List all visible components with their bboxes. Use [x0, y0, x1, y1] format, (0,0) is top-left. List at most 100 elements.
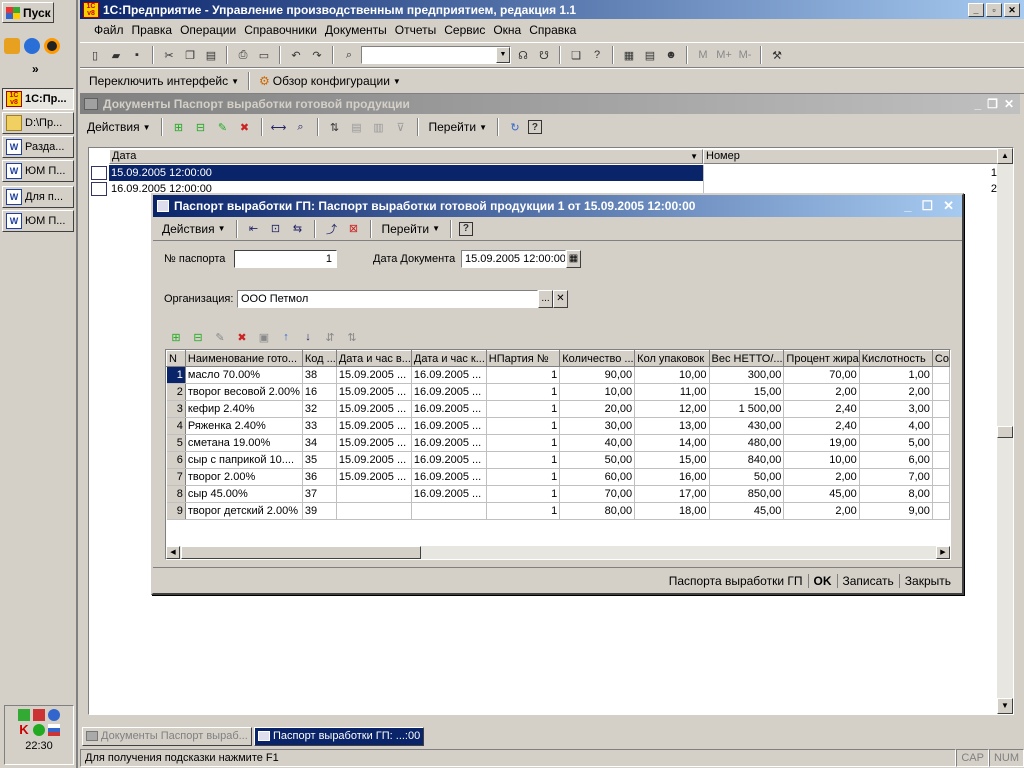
table-cell[interactable]: 19,00 [783, 434, 860, 452]
table-cell[interactable]: 39 [302, 502, 337, 520]
column-header[interactable]: Вес НЕТТО/... [708, 350, 785, 367]
movements-icon[interactable]: ⇆ [289, 220, 307, 238]
table-cell[interactable] [932, 502, 950, 520]
column-header-number[interactable]: Номер [703, 149, 999, 164]
unpost-icon[interactable]: ⊡ [267, 220, 285, 238]
column-header[interactable]: Дата и час в... [335, 350, 412, 367]
table-cell[interactable]: 36 [302, 468, 337, 486]
table-cell[interactable]: 5,00 [859, 434, 933, 452]
table-cell[interactable]: 16.09.2005 ... [411, 417, 487, 435]
table-cell[interactable]: 1 [486, 417, 561, 435]
doc-minimize-button[interactable]: _ [904, 198, 911, 214]
menu-documents[interactable]: Документы [321, 23, 391, 37]
column-header[interactable]: N [166, 350, 186, 367]
list-minimize-button[interactable]: _ [974, 97, 981, 111]
doc-maximize-button[interactable]: ☐ [921, 198, 933, 214]
table-cell[interactable]: 15.09.2005 ... [336, 400, 412, 418]
table-cell[interactable]: 37 [302, 485, 337, 503]
table-cell[interactable]: 6,00 [859, 451, 933, 469]
hscroll-thumb[interactable] [181, 546, 421, 559]
taskbar-item-1c[interactable]: 1С v8 1С:Пр... [2, 88, 74, 110]
print-passport-button[interactable]: Паспорта выработки ГП [664, 574, 808, 588]
table-cell[interactable]: 430,00 [709, 417, 785, 435]
table-cell[interactable]: 16.09.2005 ... [411, 366, 487, 384]
table-cell[interactable]: 1 500,00 [709, 400, 785, 418]
taskbar-item-word-2[interactable]: W ЮМ П... [2, 160, 74, 182]
row-number-cell[interactable]: 8 [166, 485, 186, 503]
switch-interface-dropdown[interactable]: Переключить интерфейс ▼ [86, 74, 242, 88]
table-cell[interactable]: масло 70.00% [185, 366, 303, 384]
filter-off-icon[interactable]: ⊽ [392, 118, 410, 136]
table-cell[interactable]: 16.09.2005 ... [411, 400, 487, 418]
add-icon[interactable]: ⊞ [170, 118, 188, 136]
table-cell[interactable]: 17,00 [634, 485, 710, 503]
table-cell[interactable]: 15.09.2005 ... [336, 468, 412, 486]
passport-number-input[interactable]: 1 [234, 250, 337, 268]
list-row-date[interactable]: 15.09.2005 12:00:00 [109, 165, 703, 181]
table-row[interactable]: 3 кефир 2.40% 32 15.09.2005 ... 16.09.2005 .… [166, 400, 950, 418]
filter-icon[interactable]: ▥ [370, 118, 388, 136]
memory-m-button[interactable]: M [694, 46, 712, 64]
table-cell[interactable]: 8,00 [859, 485, 933, 503]
table-cell[interactable]: 15,00 [709, 383, 785, 401]
save-icon[interactable]: ▪ [128, 46, 146, 64]
redo-icon[interactable]: ↷ [308, 46, 326, 64]
table-cell[interactable]: 840,00 [709, 451, 785, 469]
help-icon[interactable]: ? [527, 120, 542, 134]
scroll-thumb[interactable] [997, 426, 1013, 438]
table-cell[interactable] [932, 417, 950, 435]
table-cell[interactable]: творог 2.00% [185, 468, 303, 486]
table-cell[interactable]: 80,00 [559, 502, 636, 520]
table-cell[interactable] [336, 502, 412, 520]
table-cell[interactable]: 15.09.2005 ... [336, 417, 412, 435]
paste-icon[interactable]: ▤ [202, 46, 220, 64]
print-icon[interactable]: ⎙ [234, 46, 252, 64]
table-cell[interactable] [932, 383, 950, 401]
scroll-left-icon[interactable]: ◀ [166, 546, 180, 559]
table-cell[interactable]: 45,00 [709, 502, 785, 520]
table-cell[interactable]: творог весовой 2.00% [185, 383, 303, 401]
table-cell[interactable]: 90,00 [559, 366, 636, 384]
tab-document-list[interactable]: Документы Паспорт выраб... [82, 726, 252, 746]
table-cell[interactable]: 33 [302, 417, 337, 435]
menu-catalogs[interactable]: Справочники [240, 23, 321, 37]
quicklaunch-more[interactable]: » [32, 62, 39, 76]
row-number-cell[interactable]: 6 [166, 451, 186, 469]
hierarchy-icon[interactable]: ▤ [348, 118, 366, 136]
row-number-cell[interactable]: 5 [166, 434, 186, 452]
table-cell[interactable]: 1 [486, 400, 561, 418]
row-number-cell[interactable]: 9 [166, 502, 186, 520]
table-cell[interactable]: 70,00 [783, 366, 860, 384]
table-cell[interactable]: 1 [486, 383, 561, 401]
row-number-cell[interactable]: 1 [166, 366, 186, 384]
memory-mminus-button[interactable]: M- [736, 46, 754, 64]
list-close-button[interactable]: ✕ [1004, 97, 1014, 111]
table-cell[interactable] [932, 400, 950, 418]
table-cell[interactable]: 1 [486, 502, 561, 520]
table-cell[interactable] [932, 451, 950, 469]
table-row[interactable]: 2 творог весовой 2.00% 16 15.09.2005 ... 16.… [166, 383, 950, 401]
table-cell[interactable]: 34 [302, 434, 337, 452]
table-cell[interactable]: 18,00 [634, 502, 710, 520]
table-cell[interactable]: 10,00 [783, 451, 860, 469]
table-cell[interactable]: 2,00 [859, 383, 933, 401]
help-1c-icon[interactable]: ? [588, 46, 606, 64]
list-row-number[interactable]: 1 [703, 165, 999, 181]
doc-goto-dropdown[interactable]: Перейти ▼ [379, 222, 443, 236]
memory-mplus-button[interactable]: M+ [715, 46, 733, 64]
undo-icon[interactable]: ↶ [287, 46, 305, 64]
based-on-icon[interactable]: ⤴ [323, 220, 341, 238]
table-cell[interactable]: 2,00 [783, 502, 860, 520]
table-cell[interactable]: 11,00 [634, 383, 710, 401]
table-cell[interactable]: 16.09.2005 ... [411, 468, 487, 486]
table-cell[interactable] [336, 485, 412, 503]
table-cell[interactable]: 480,00 [709, 434, 785, 452]
quicklaunch-tool-icon[interactable] [4, 38, 20, 54]
table-cell[interactable]: 16 [302, 383, 337, 401]
minimize-button[interactable]: _ [968, 2, 984, 17]
tools-icon[interactable]: ⚒ [768, 46, 786, 64]
list-actions-dropdown[interactable]: Действия ▼ [84, 120, 154, 134]
table-cell[interactable]: 16.09.2005 ... [411, 485, 487, 503]
internet-explorer-icon[interactable] [24, 38, 40, 54]
table-cell[interactable]: 50,00 [709, 468, 785, 486]
